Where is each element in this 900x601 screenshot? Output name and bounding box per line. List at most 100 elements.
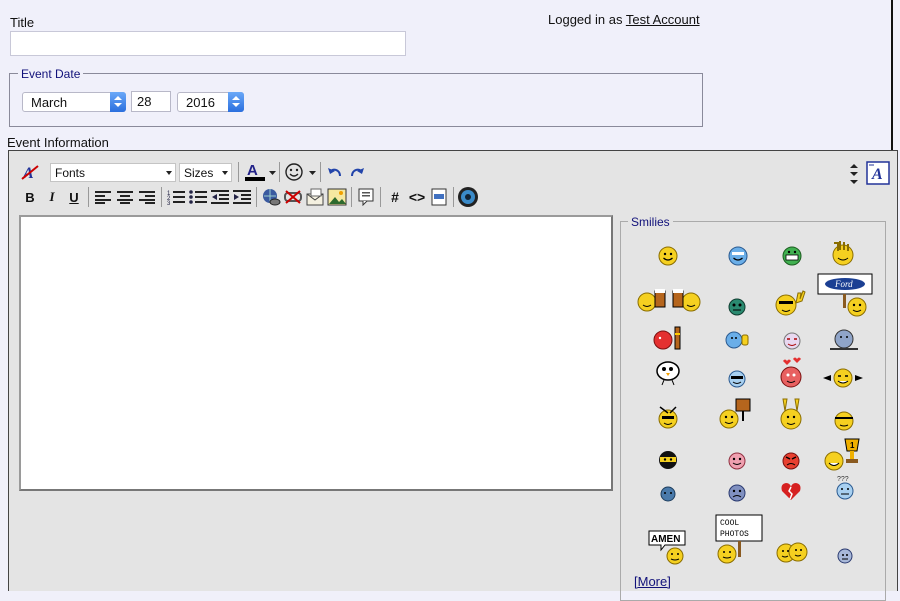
smiley-amen-icon[interactable]: AMEN — [647, 529, 689, 565]
underline-button[interactable]: U — [63, 186, 85, 208]
smiley-sad-blob-icon[interactable] — [827, 327, 861, 351]
smiley-ball-pole-icon[interactable] — [649, 325, 685, 351]
smiley-ninja-icon[interactable] — [655, 447, 681, 471]
unordered-list-icon[interactable] — [187, 186, 209, 208]
smiley-stretch-icon[interactable] — [829, 409, 859, 431]
title-label: Title — [10, 15, 35, 30]
smiley-lol-icon[interactable] — [821, 367, 865, 389]
smiley-confused-icon[interactable]: ??? — [833, 475, 857, 501]
year-value: 2016 — [186, 95, 215, 110]
size-select[interactable]: Sizes — [179, 163, 232, 182]
quote-icon[interactable] — [355, 186, 377, 208]
svg-text:Ford: Ford — [834, 279, 853, 289]
year-dropdown-icon — [228, 92, 244, 112]
outdent-icon[interactable] — [209, 186, 231, 208]
smiley-smile-icon[interactable] — [655, 241, 681, 267]
rich-text-editor: A Fonts Sizes A A B I U — [8, 150, 898, 601]
smiley-bird-icon[interactable] — [653, 359, 683, 387]
insert-link-icon[interactable] — [260, 186, 282, 208]
smiley-cool-blue-icon[interactable] — [725, 241, 751, 267]
toolbar-separator — [351, 187, 352, 207]
event-information-label: Event Information — [7, 135, 109, 150]
svg-text:1: 1 — [850, 441, 855, 450]
title-input[interactable] — [10, 31, 406, 56]
smiley-wave-icon[interactable] — [829, 237, 859, 267]
smiley-love-icon[interactable] — [777, 357, 805, 389]
toolbar-separator — [279, 162, 280, 182]
right-border — [891, 0, 893, 150]
image-icon[interactable] — [326, 186, 348, 208]
smiley-tiny-icon[interactable] — [835, 545, 855, 565]
smiley-grin-icon[interactable] — [779, 241, 805, 267]
smiley-angry-icon[interactable] — [779, 449, 803, 471]
italic-button[interactable]: I — [41, 186, 63, 208]
svg-text:COOL: COOL — [720, 519, 739, 528]
smilies-legend: Smilies — [628, 215, 673, 229]
smiley-cool-photos-icon[interactable]: COOL PHOTOS — [713, 513, 765, 565]
toolbar-separator — [88, 187, 89, 207]
font-select[interactable]: Fonts — [50, 163, 176, 182]
preview-icon[interactable] — [457, 186, 479, 208]
svg-text:PHOTOS: PHOTOS — [720, 530, 749, 539]
toolbar-separator — [238, 162, 239, 182]
smiley-cheers-icon[interactable] — [635, 283, 703, 313]
undo-icon[interactable] — [324, 161, 346, 183]
media-icon[interactable] — [428, 186, 450, 208]
smiley-sunglasses-icon[interactable] — [725, 367, 749, 389]
svg-text:???: ??? — [837, 476, 849, 483]
smiley-hug-icon[interactable] — [773, 539, 811, 565]
code-button[interactable]: <> — [406, 186, 428, 208]
resize-arrows-icon[interactable] — [843, 162, 865, 184]
smiley-broken-heart-icon[interactable] — [779, 479, 803, 501]
ordered-list-icon[interactable]: 123 — [165, 186, 187, 208]
smiley-thumbs-up-icon[interactable] — [723, 329, 751, 351]
smiley-dizzy-icon[interactable] — [781, 329, 803, 351]
smiley-bunny-icon[interactable] — [777, 397, 805, 431]
chevron-down-icon — [166, 171, 172, 175]
smiley-blue-icon[interactable] — [657, 481, 679, 503]
smiley-rock-on-icon[interactable] — [773, 283, 807, 317]
event-date-legend: Event Date — [18, 67, 84, 81]
bold-button[interactable]: B — [19, 186, 41, 208]
month-select[interactable]: March — [22, 92, 126, 112]
year-select[interactable]: 2016 — [177, 92, 244, 112]
toolbar-separator — [161, 187, 162, 207]
text-color-button[interactable]: A — [242, 161, 276, 183]
emoticon-button[interactable] — [283, 161, 317, 183]
smiley-dance-icon[interactable] — [653, 403, 683, 431]
month-dropdown-icon — [110, 92, 126, 112]
amen-text: AMEN — [651, 534, 680, 545]
text-color-letter: A — [247, 162, 258, 179]
indent-icon[interactable] — [231, 186, 253, 208]
smiley-pink-icon[interactable] — [725, 449, 749, 471]
toolbar-separator — [380, 187, 381, 207]
chevron-down-icon — [222, 171, 228, 175]
event-information-textarea[interactable] — [19, 215, 613, 491]
align-left-icon[interactable] — [92, 186, 114, 208]
hash-button[interactable]: # — [384, 186, 406, 208]
source-mode-icon[interactable]: A — [865, 161, 891, 185]
toolbar-separator — [256, 187, 257, 207]
align-center-icon[interactable] — [114, 186, 136, 208]
toolbar-separator — [453, 187, 454, 207]
smiley-alien-icon[interactable] — [725, 293, 749, 317]
unlink-icon[interactable] — [282, 186, 304, 208]
smiley-sign-icon[interactable] — [717, 397, 753, 431]
align-right-icon[interactable] — [136, 186, 158, 208]
remove-format-icon[interactable]: A — [19, 161, 41, 183]
redo-icon[interactable] — [346, 161, 368, 183]
size-select-value: Sizes — [184, 166, 214, 180]
email-icon[interactable] — [304, 186, 326, 208]
smiley-trophy-icon[interactable]: 1 — [823, 437, 863, 471]
more-smilies-link[interactable]: [More] — [634, 574, 671, 589]
day-input[interactable]: 28 — [131, 91, 171, 112]
svg-text:3: 3 — [167, 201, 171, 205]
account-link[interactable]: Test Account — [626, 12, 700, 27]
smiley-ford-sign-icon[interactable]: Ford — [817, 273, 873, 317]
login-status: Logged in as Test Account — [548, 12, 700, 27]
font-select-value: Fonts — [55, 166, 86, 180]
smiley-worried-icon[interactable] — [725, 481, 749, 503]
login-prefix: Logged in as — [548, 12, 623, 27]
more-smilies: [More] — [634, 574, 671, 589]
svg-text:A: A — [871, 166, 883, 183]
